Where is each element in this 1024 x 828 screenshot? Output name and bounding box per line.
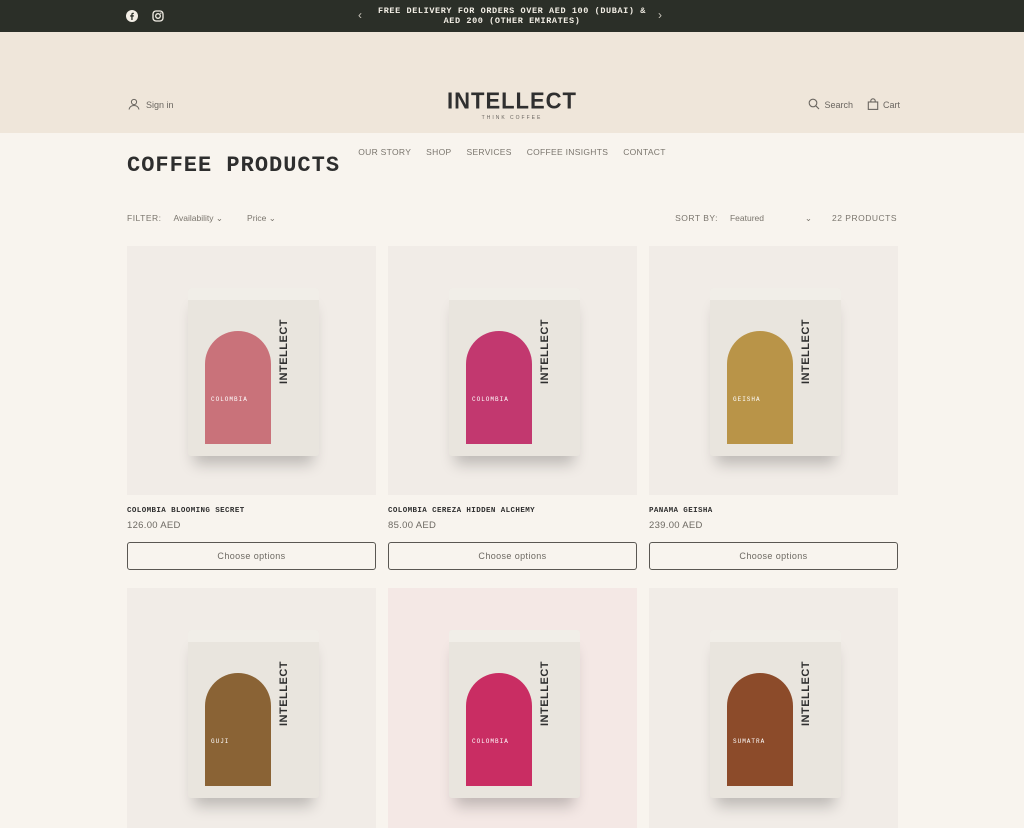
chevron-down-icon: ⌄ [215,212,224,223]
filter-label: FILTER: [127,213,162,223]
collection-main: COFFEE PRODUCTS FILTER: Availability ⌄ P… [0,153,1024,828]
nav-item-contact[interactable]: CONTACT [623,147,666,157]
bag-brand: INTELLECT [539,319,551,384]
nav-item-shop[interactable]: SHOP [426,147,451,157]
product-name[interactable]: COLOMBIA BLOOMING SECRET [127,507,376,515]
bag-origin: SUMATRA [733,738,766,745]
chevron-down-icon: ⌄ [804,212,812,223]
announcement-message: FREE DELIVERY FOR ORDERS OVER AED 100 (D… [378,6,646,26]
availability-filter[interactable]: Availability ⌄ [174,213,224,224]
product-name[interactable]: PANAMA GEISHA [649,507,898,515]
product-image[interactable]: COLOMBIA INTELLECT [127,246,376,495]
cart-label: Cart [882,100,900,110]
sort-value: Featured [729,212,765,223]
bag-label: GUJI [205,673,271,786]
bag-label: GEISHA [727,331,793,444]
coffee-bag: GEISHA INTELLECT [710,288,841,456]
choose-options-button[interactable]: Choose options [649,542,898,570]
product-name[interactable]: COLOMBIA CEREZA HIDDEN ALCHEMY [388,507,637,515]
availability-label: Availability [173,212,214,223]
product-image[interactable]: SUMATRA INTELLECT [649,588,898,828]
bag-origin: COLOMBIA [472,738,509,745]
cart-button[interactable]: Cart [867,98,900,112]
search-button[interactable]: Search [808,98,853,112]
facebook-icon[interactable] [126,9,138,22]
bag-origin: COLOMBIA [472,396,509,403]
product-grid-row-2: GUJI INTELLECT COLOMBIA INTELLECT SUMATR… [127,588,898,828]
logo-text: INTELLECT [447,87,577,114]
price-filter[interactable]: Price ⌄ [247,213,276,224]
product-image[interactable]: GUJI INTELLECT [127,588,376,828]
sort-select[interactable]: Featured ⌄ [730,213,812,224]
product-image[interactable]: GEISHA INTELLECT [649,246,898,495]
choose-options-button[interactable]: Choose options [127,542,376,570]
nav-item-coffee-insights[interactable]: COFFEE INSIGHTS [527,147,608,157]
bag-origin: GUJI [211,738,230,745]
bag-label: SUMATRA [727,673,793,786]
coffee-bag: GUJI INTELLECT [188,630,319,798]
choose-options-button[interactable]: Choose options [388,542,637,570]
bag-brand: INTELLECT [800,661,812,726]
product-card[interactable]: COLOMBIA INTELLECT COLOMBIA BLOOMING SEC… [127,246,376,570]
coffee-bag: COLOMBIA INTELLECT [449,630,580,798]
chevron-left-icon[interactable]: ‹ [358,8,362,22]
nav-item-services[interactable]: SERVICES [466,147,511,157]
product-price: 126.00 AED [127,520,181,531]
product-image[interactable]: COLOMBIA INTELLECT [388,588,637,828]
product-card[interactable]: COLOMBIA INTELLECT COLOMBIA CEREZA HIDDE… [388,246,637,570]
product-grid: COLOMBIA INTELLECT COLOMBIA BLOOMING SEC… [127,246,898,570]
bag-label: COLOMBIA [205,331,271,444]
filter-bar: FILTER: Availability ⌄ Price ⌄ SORT BY: … [127,211,897,225]
coffee-bag: COLOMBIA INTELLECT [449,288,580,456]
bag-brand: INTELLECT [800,319,812,384]
product-card[interactable]: COLOMBIA INTELLECT [388,588,637,828]
product-card[interactable]: GEISHA INTELLECT PANAMA GEISHA 239.00 AE… [649,246,898,570]
product-card[interactable]: GUJI INTELLECT [127,588,376,828]
nav-item-our-story[interactable]: OUR STORY [358,147,411,157]
site-header: Sign in INTELLECT THINK COFFEE Search Ca… [0,32,1024,157]
chevron-right-icon[interactable]: › [658,8,662,22]
chevron-down-icon: ⌄ [268,212,276,223]
sort-label: SORT BY: [675,213,718,223]
announcement-bar: ‹ FREE DELIVERY FOR ORDERS OVER AED 100 … [0,0,1024,32]
instagram-icon[interactable] [152,9,164,22]
coffee-bag: SUMATRA INTELLECT [710,630,841,798]
header-utilities: Search Cart [808,98,900,112]
bag-icon [867,98,879,112]
coffee-bag: COLOMBIA INTELLECT [188,288,319,456]
product-price: 239.00 AED [649,520,703,531]
bag-origin: GEISHA [733,396,761,403]
search-icon [808,98,820,112]
product-card[interactable]: SUMATRA INTELLECT [649,588,898,828]
search-label: Search [824,100,853,110]
logo-subtitle: THINK COFFEE [481,115,543,121]
product-count: 22 PRODUCTS [831,213,897,223]
product-price: 85.00 AED [388,520,437,531]
bag-label: COLOMBIA [466,673,532,786]
product-image[interactable]: COLOMBIA INTELLECT [388,246,637,495]
social-links [126,9,164,22]
bag-brand: INTELLECT [278,319,290,384]
bag-brand: INTELLECT [539,661,551,726]
price-label: Price [247,212,267,223]
bag-brand: INTELLECT [278,661,290,726]
bag-label: COLOMBIA [466,331,532,444]
bag-origin: COLOMBIA [211,396,248,403]
main-nav: OUR STORY SHOP SERVICES COFFEE INSIGHTS … [0,147,1024,157]
